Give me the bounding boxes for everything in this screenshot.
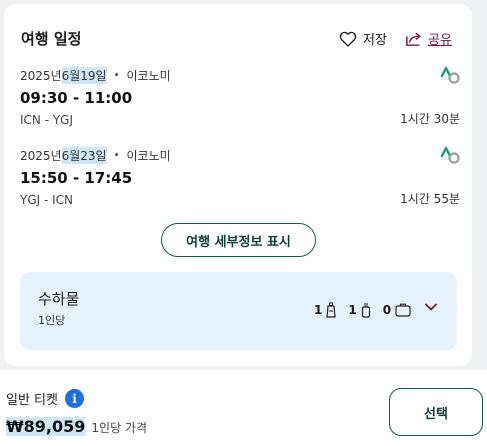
- flight-route: YGJ - ICN: [20, 193, 74, 207]
- carry-on-count: 1: [348, 303, 357, 317]
- flight-date-row: 2025년 6월19일 • 이코노미: [20, 66, 460, 84]
- itinerary-title: 여행 일정: [21, 30, 82, 48]
- carry-on-icon: [361, 302, 371, 318]
- chevron-down-icon[interactable]: [424, 302, 438, 312]
- flight-date: 6월23일: [61, 146, 107, 164]
- cabin-class: 이코노미: [126, 68, 171, 83]
- fare-price: ₩89,059: [6, 417, 86, 436]
- share-button[interactable]: 공유: [405, 29, 452, 48]
- share-label: 공유: [428, 33, 452, 48]
- fare-type-label: 일반 티켓: [6, 393, 58, 408]
- cabin-class: 이코노미: [126, 148, 171, 163]
- flight-duration: 1시간 55분: [400, 192, 460, 206]
- save-button[interactable]: 저장: [339, 29, 387, 48]
- share-icon: [406, 32, 421, 46]
- baggage-title: 수하물: [38, 290, 80, 308]
- show-trip-details-button[interactable]: 여행 세부정보 표시: [161, 223, 316, 257]
- personal-item-icon: [326, 302, 336, 318]
- flight-date-row: 2025년 6월23일 • 이코노미: [20, 146, 460, 164]
- baggage-subtitle: 1인당: [38, 314, 66, 327]
- checked-bag-count: 0: [382, 303, 392, 317]
- separator-dot: •: [113, 69, 120, 81]
- price-row: ₩89,059 1인당 가격: [6, 417, 147, 436]
- flight-route: ICN - YGJ: [20, 113, 74, 127]
- return-flight: 2025년 6월23일 • 이코노미 15:50 - 17:45 YGJ - IC…: [20, 146, 460, 207]
- outbound-flight: 2025년 6월19일 • 이코노미 09:30 - 11:00 ICN - YG…: [20, 66, 460, 127]
- airline-logo-icon: [440, 146, 460, 164]
- baggage-counts: 1 1 0: [314, 302, 423, 318]
- flight-year: 2025년: [20, 68, 62, 83]
- heart-icon: [339, 31, 357, 47]
- airline-logo-icon: [440, 66, 460, 84]
- flight-time: 15:50 - 17:45: [20, 169, 133, 187]
- checked-bag-icon: [395, 303, 411, 317]
- baggage-panel[interactable]: 수하물 1인당 1 1 0: [20, 272, 457, 350]
- save-label: 저장: [363, 33, 387, 48]
- price-per-person-label: 1인당 가격: [91, 421, 148, 435]
- fare-footer: 일반 티켓 i ₩89,059 1인당 가격 선택: [0, 370, 487, 446]
- fare-type: 일반 티켓 i: [6, 389, 84, 408]
- flight-year: 2025년: [20, 148, 62, 163]
- itinerary-card: 여행 일정 저장 공유 2025년 6월19일 • 이코노미 09:30 - 11…: [4, 4, 472, 366]
- info-icon[interactable]: i: [64, 389, 84, 408]
- flight-date: 6월19일: [61, 66, 107, 84]
- flight-time: 09:30 - 11:00: [20, 89, 133, 107]
- separator-dot: •: [113, 149, 120, 161]
- personal-item-count: 1: [314, 303, 323, 317]
- flight-duration: 1시간 30분: [400, 112, 460, 126]
- select-button[interactable]: 선택: [389, 388, 483, 436]
